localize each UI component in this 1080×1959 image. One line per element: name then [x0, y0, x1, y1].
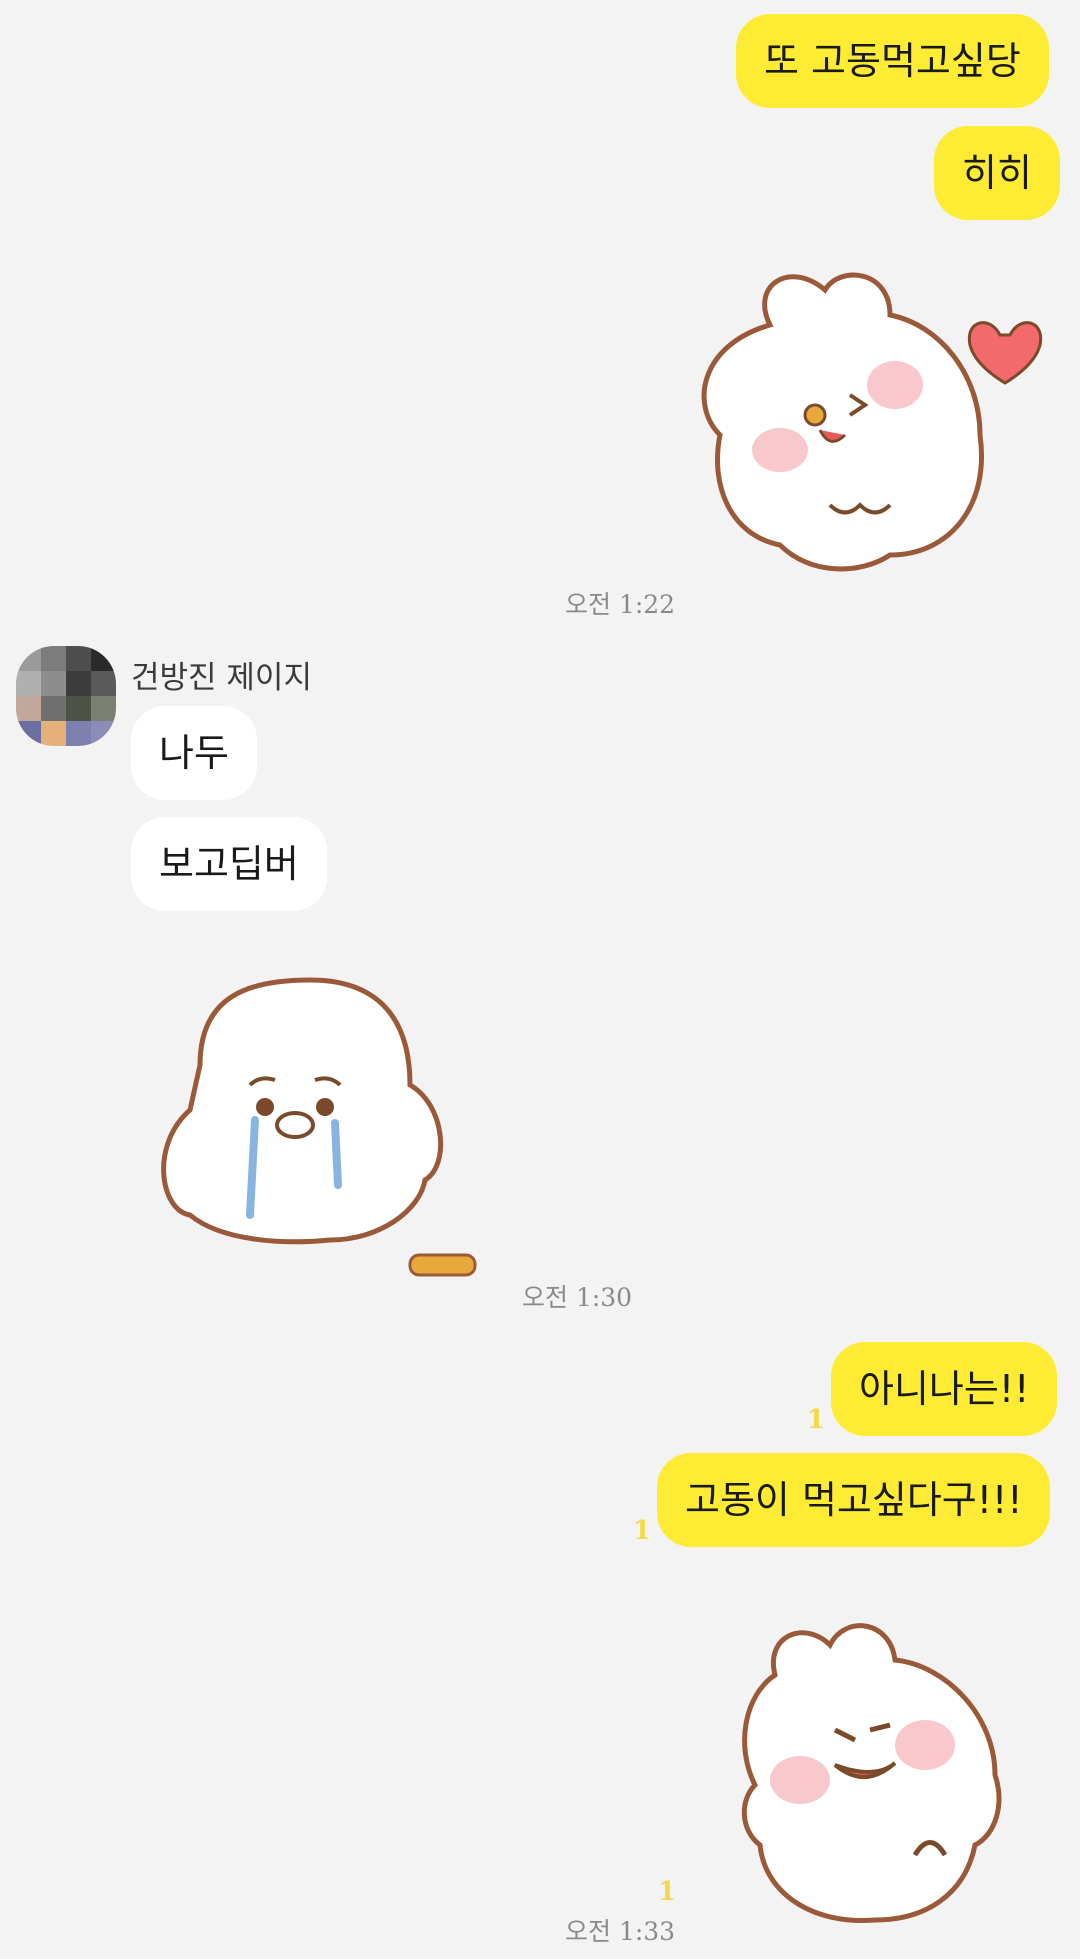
other-message-bubble[interactable]: 보고딥버: [131, 817, 327, 911]
message-text: 또 고동먹고싶당: [764, 39, 1021, 83]
my-message-bubble[interactable]: 또 고동먹고싶당: [736, 14, 1049, 108]
message-text: 히히: [962, 151, 1032, 195]
timestamp: 오전 1:22: [565, 590, 676, 619]
bunny-smug-sticker[interactable]: [725, 1615, 1025, 1935]
unread-count: 1: [658, 1877, 677, 1907]
avatar[interactable]: [16, 646, 116, 746]
unread-count: 1: [807, 1405, 826, 1435]
message-text: 보고딥버: [159, 842, 299, 886]
message-text: 고동이 먹고싶다구!!!: [685, 1478, 1023, 1522]
my-message-bubble[interactable]: 고동이 먹고싶다구!!!: [657, 1453, 1051, 1547]
my-message-bubble[interactable]: 아니나는!!: [831, 1342, 1058, 1436]
timestamp: 오전 1:33: [565, 1917, 676, 1946]
message-text: 아니나는!!: [859, 1367, 1030, 1411]
sender-name: 건방진 제이지: [131, 660, 312, 696]
crying-seal-sticker[interactable]: [160, 975, 490, 1295]
timestamp: 오전 1:30: [522, 1283, 633, 1312]
message-text: 나두: [159, 731, 229, 775]
bunny-wink-heart-sticker[interactable]: [690, 265, 1070, 595]
other-message-bubble[interactable]: 나두: [131, 706, 257, 800]
my-message-bubble[interactable]: 히히: [934, 126, 1060, 220]
unread-count: 1: [633, 1516, 652, 1546]
